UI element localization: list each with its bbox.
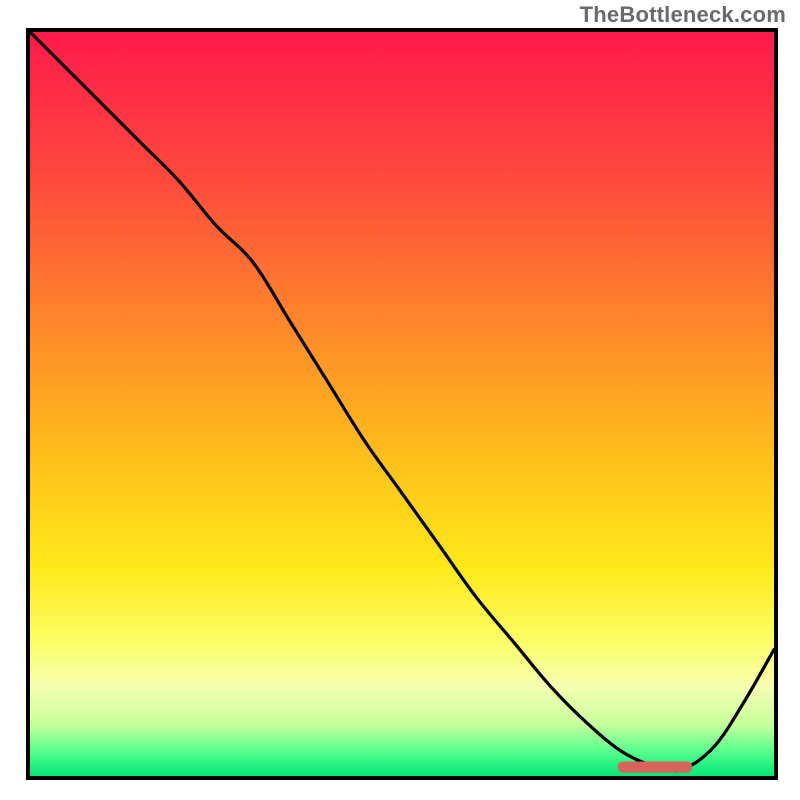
chart-container: TheBottleneck.com (0, 0, 800, 800)
attribution-label: TheBottleneck.com (580, 2, 786, 28)
plot-frame (26, 28, 778, 780)
optimal-marker (618, 761, 692, 772)
plot-svg (30, 32, 774, 776)
